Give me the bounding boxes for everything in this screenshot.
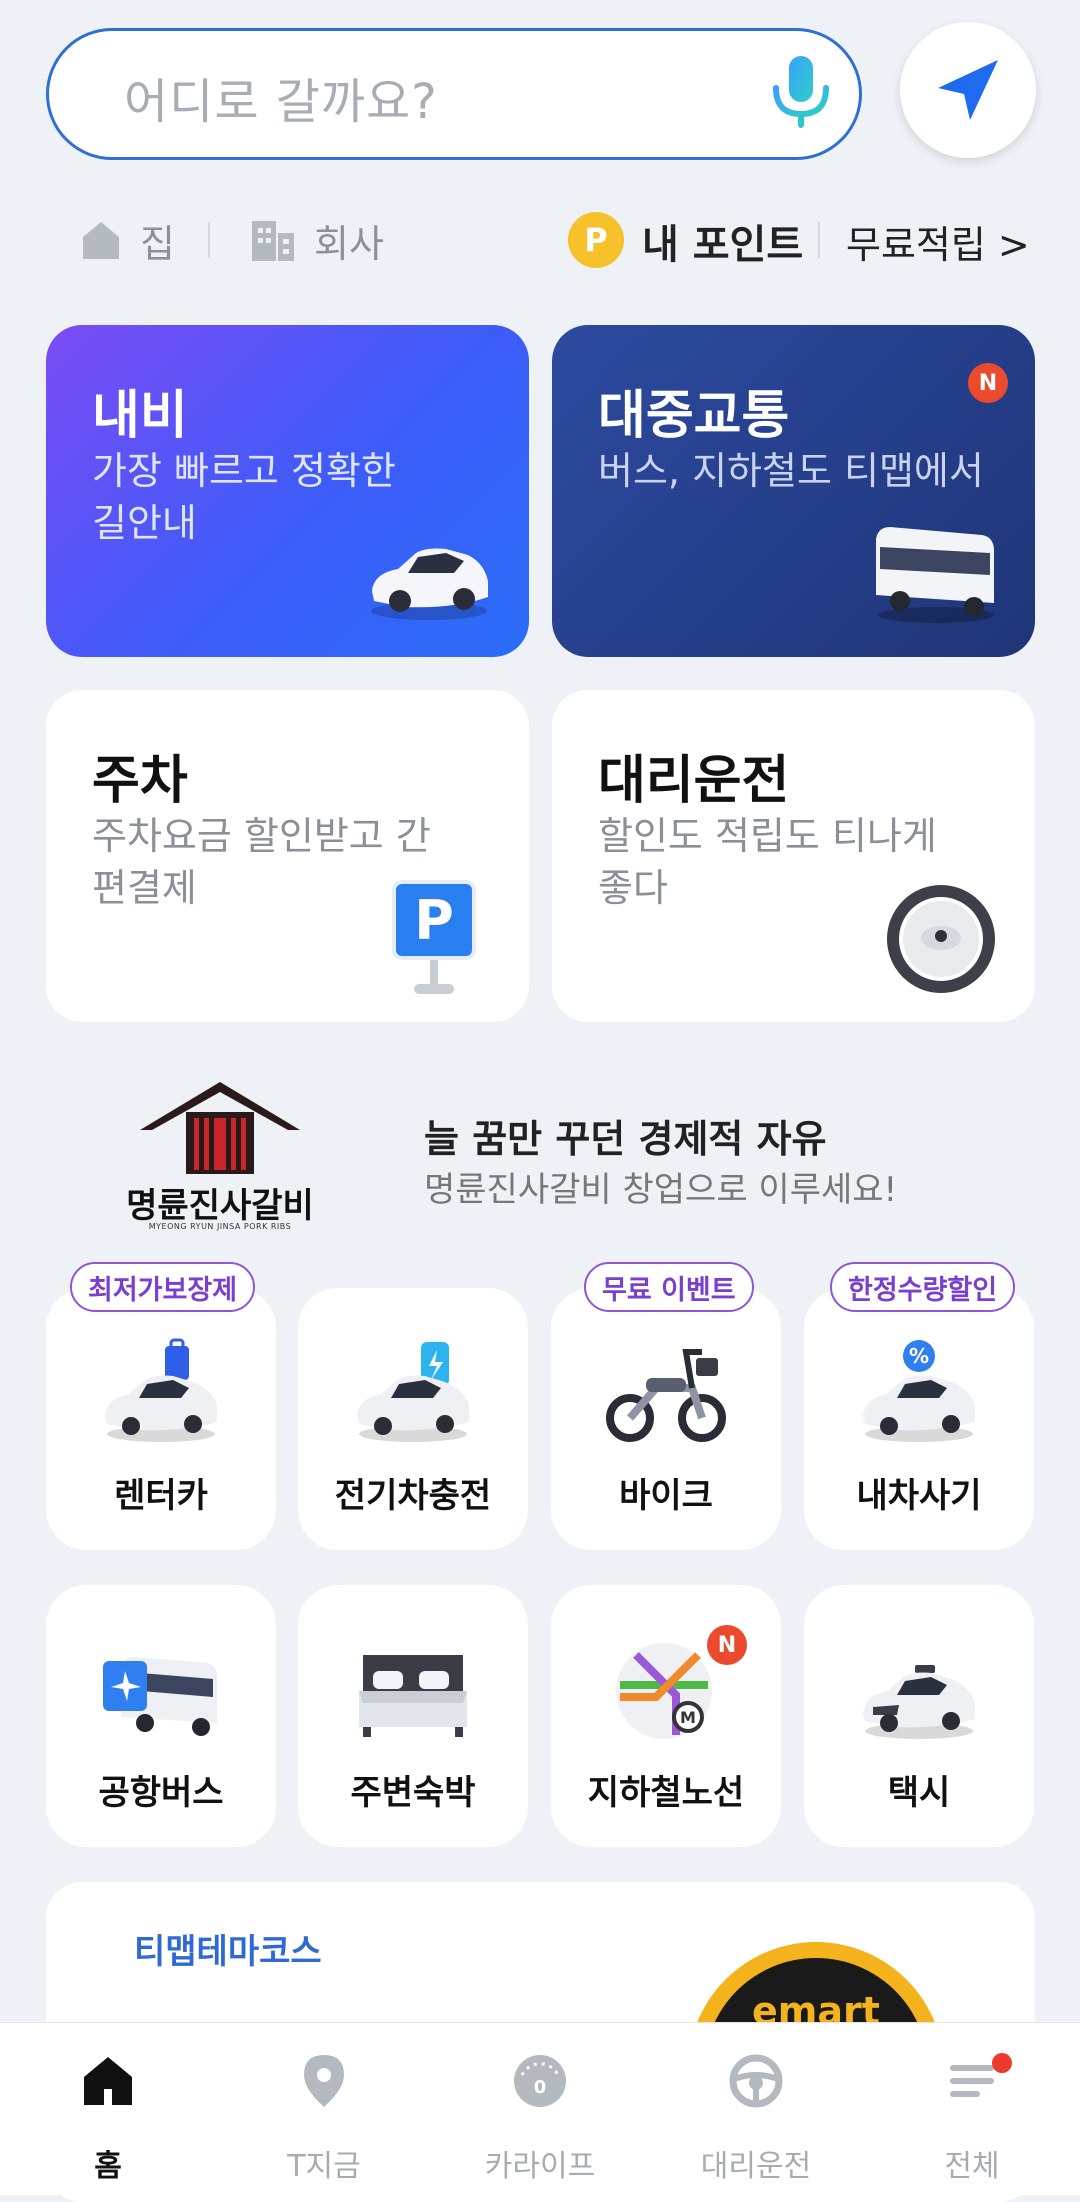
nav-t-now[interactable]: T지금: [216, 2023, 432, 2195]
service-bike[interactable]: 바이크: [551, 1288, 781, 1550]
service-label: 주변숙박: [350, 1773, 476, 1813]
airport-bus-icon: [103, 1657, 217, 1736]
nav-label: 카라이프: [484, 2149, 596, 2184]
card-subtitle: 주차요금 할인받고 간편결제: [92, 814, 431, 910]
card-title: 주차: [92, 751, 188, 811]
bed-icon: [359, 1655, 467, 1737]
rental-car-icon: [105, 1338, 217, 1442]
ev-charging-icon: [357, 1342, 469, 1442]
home-icon: [84, 2057, 132, 2105]
service-label: 렌터카: [114, 1476, 208, 1516]
point-coin-icon[interactable]: P: [568, 212, 624, 268]
divider: [818, 222, 820, 258]
home-icon: [83, 222, 119, 259]
current-location-button[interactable]: [900, 22, 1036, 158]
service-buy-car[interactable]: % 내차사기: [804, 1288, 1034, 1550]
gauge-icon: 0: [514, 2055, 566, 2107]
my-points-link[interactable]: 내 포인트: [642, 212, 803, 270]
service-lodging[interactable]: 주변숙박: [298, 1585, 528, 1847]
service-label: 지하철노선: [587, 1773, 745, 1813]
nav-label: 대리운전: [700, 2149, 812, 2184]
nav-home[interactable]: 홈: [0, 2023, 216, 2195]
new-badge: N: [968, 363, 1008, 403]
driver-card[interactable]: 대리운전 할인도 적립도 티나게 좋다: [552, 690, 1035, 1022]
card-title: 내비: [92, 386, 188, 446]
gauge-value: 0: [534, 2077, 547, 2098]
service-taxi[interactable]: 택시: [804, 1585, 1034, 1847]
card-title: 대리운전: [598, 751, 790, 811]
ad-title: 늘 꿈만 꾸던 경제적 자유: [424, 1117, 827, 1161]
service-label: 전기차충전: [334, 1476, 492, 1516]
svg-text:M: M: [680, 1708, 696, 1727]
new-badge: N: [707, 1625, 747, 1665]
shortcut-work-label: 회사: [314, 221, 384, 266]
shortcut-home[interactable]: 집: [80, 210, 175, 270]
building-icon: [252, 221, 294, 261]
nav-label: 홈: [94, 2149, 122, 2184]
parking-sign-icon: P: [392, 880, 476, 1000]
transit-card[interactable]: 대중교통 버스, 지하철도 티맵에서 N: [552, 325, 1035, 657]
service-subway-map[interactable]: M N 지하철노선: [551, 1585, 781, 1847]
service-label: 내차사기: [856, 1476, 982, 1516]
shortcut-home-label: 집: [140, 221, 175, 266]
scooter-icon: [606, 1349, 726, 1442]
card-title: 대중교통: [598, 386, 790, 446]
steering-wheel-icon: [887, 885, 995, 993]
nav-designated-driver[interactable]: 대리운전: [648, 2023, 864, 2195]
notification-dot: [992, 2053, 1012, 2073]
service-label: 바이크: [619, 1476, 713, 1516]
navigation-arrow-icon: [938, 60, 998, 120]
car-icon: [371, 548, 488, 620]
restaurant-logo-icon: [140, 1082, 300, 1174]
service-label: 택시: [887, 1773, 951, 1813]
steering-wheel-icon: [729, 2054, 783, 2108]
discount-car-icon: %: [863, 1340, 975, 1442]
svg-text:%: %: [909, 1344, 929, 1368]
parking-sign-letter: P: [392, 880, 476, 960]
search-placeholder[interactable]: 어디로 갈까요?: [124, 62, 438, 132]
service-ev-charging[interactable]: 전기차충전: [298, 1288, 528, 1550]
nav-label: T지금: [287, 2149, 361, 2184]
ad-subtitle: 명륜진사갈비 창업으로 이루세요!: [424, 1170, 898, 1210]
taxi-icon: [863, 1665, 975, 1739]
service-rent-car[interactable]: 렌터카: [46, 1288, 276, 1550]
service-tag: 한정수량할인: [830, 1262, 1016, 1312]
card-subtitle: 버스, 지하철도 티맵에서: [598, 449, 984, 493]
service-tag: 무료 이벤트: [584, 1262, 754, 1312]
ad-brand-english: MYEONG RYUN JINSA PORK RIBS: [148, 1222, 292, 1231]
bottom-navigation: 홈 T지금 0 카라이프 대리운전 전체: [0, 2022, 1080, 2195]
nav-label: 전체: [944, 2149, 1000, 2184]
service-tag: 최저가보장제: [70, 1262, 256, 1312]
service-label: 공항버스: [98, 1773, 224, 1813]
service-airport-bus[interactable]: 공항버스: [46, 1585, 276, 1847]
ad-brand-name: 명륜진사갈비: [126, 1186, 314, 1226]
nav-all-menu[interactable]: 전체: [864, 2023, 1080, 2195]
promo-title: 티맵테마코스: [134, 1932, 322, 1972]
nav-car-life[interactable]: 0 카라이프: [432, 2023, 648, 2195]
navi-card[interactable]: 내비 가장 빠르고 정확한 길안내: [46, 325, 529, 657]
divider: [208, 222, 210, 258]
microphone-icon[interactable]: [770, 56, 832, 130]
free-earn-link[interactable]: 무료적립 >: [846, 214, 1030, 269]
shortcut-work[interactable]: 회사: [250, 210, 384, 270]
location-pin-icon: [304, 2055, 344, 2107]
bus-icon: [876, 527, 994, 623]
parking-card[interactable]: 주차 주차요금 할인받고 간편결제 P: [46, 690, 529, 1022]
